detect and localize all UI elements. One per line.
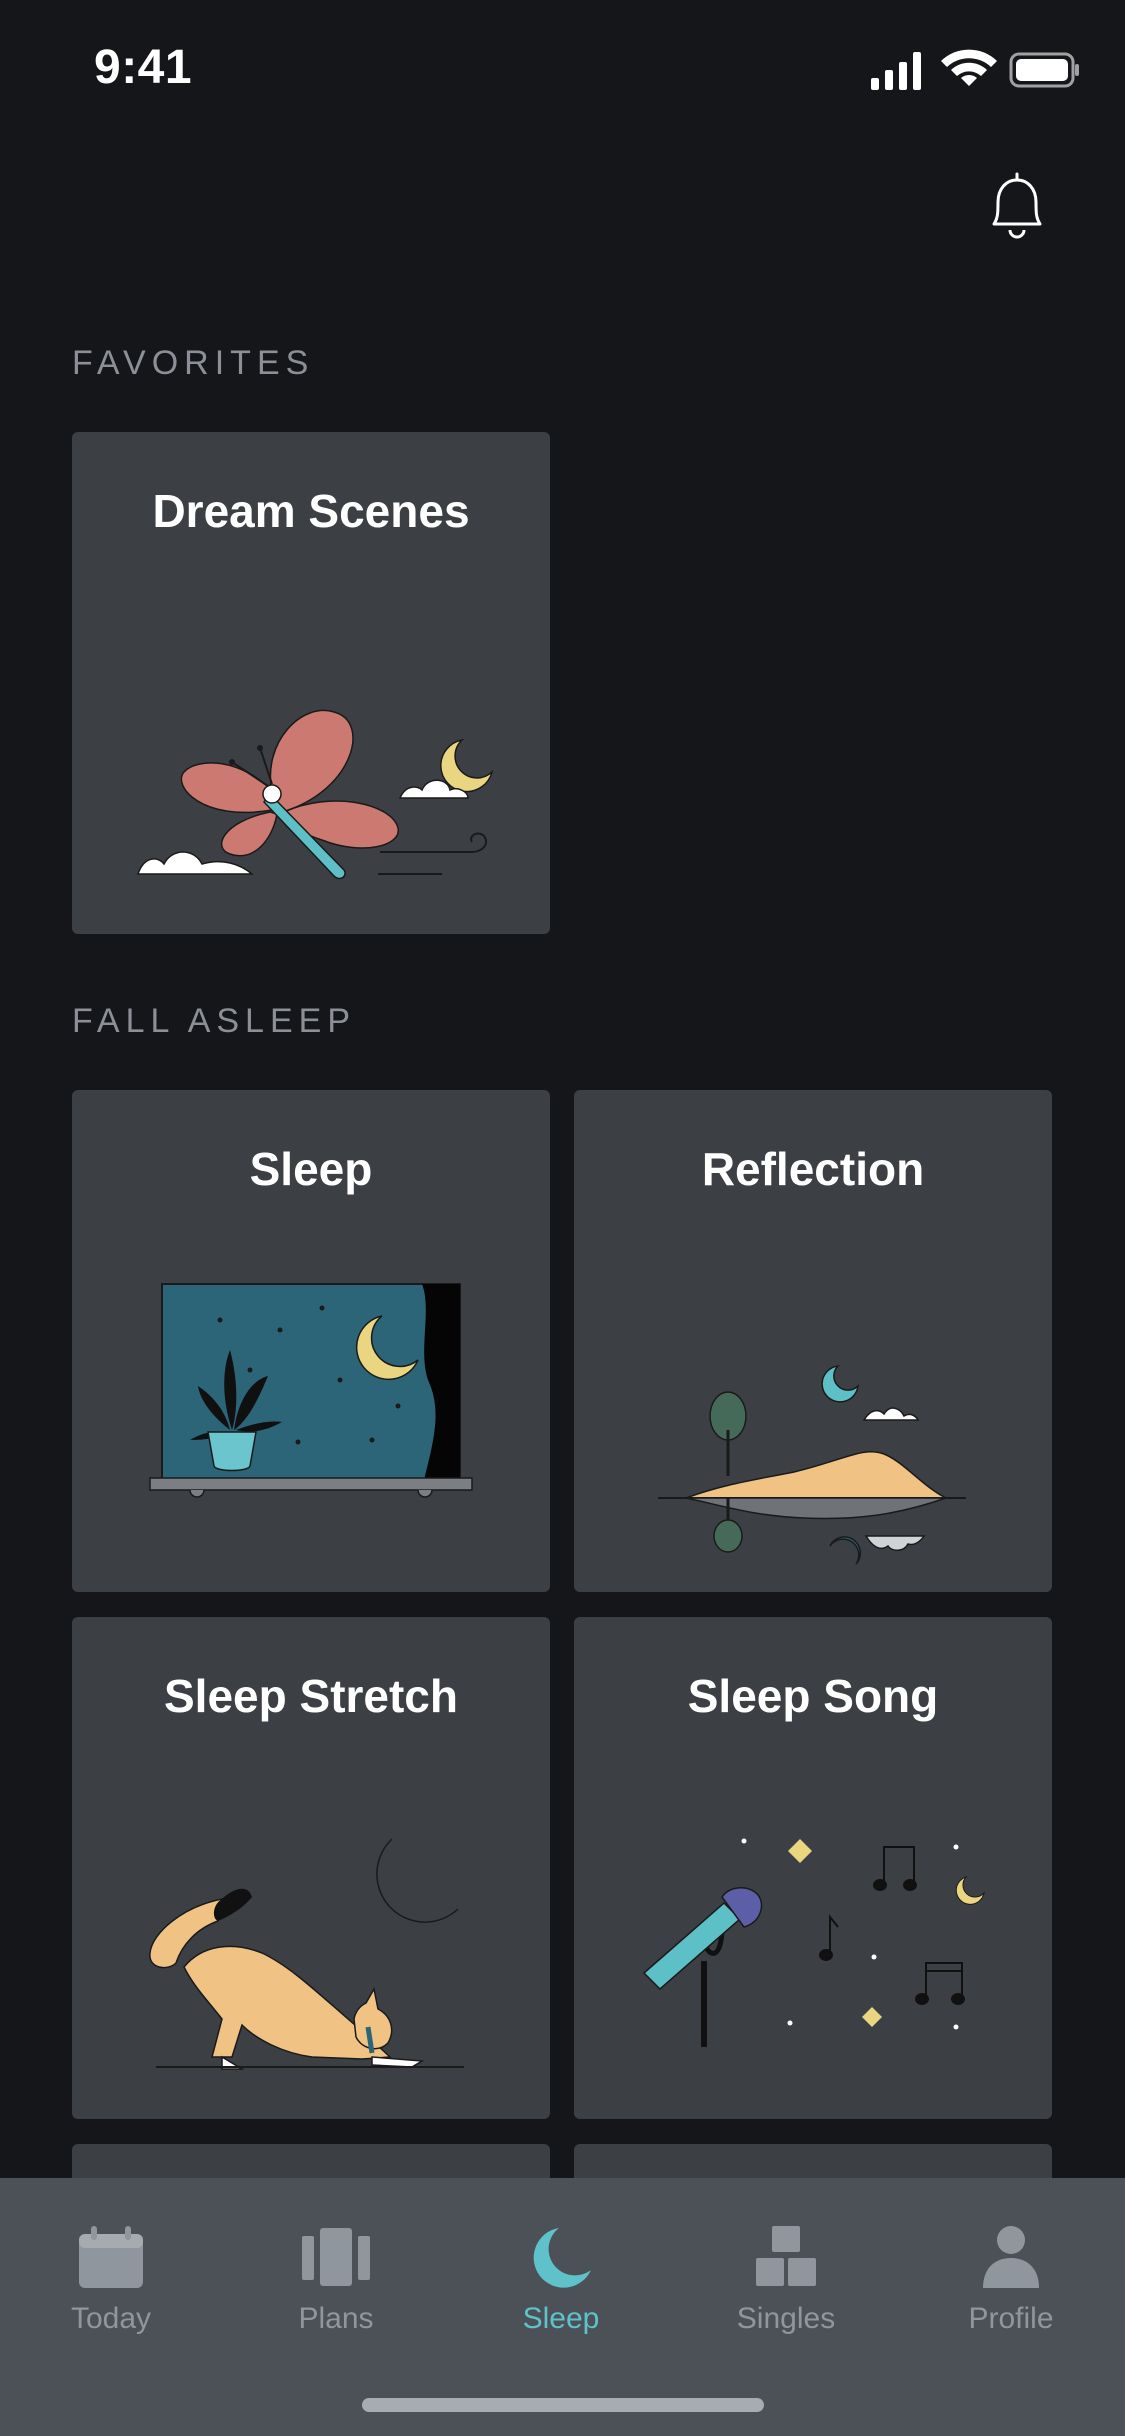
- butterfly-illustration: [136, 709, 494, 880]
- tab-label: Profile: [968, 2302, 1054, 2335]
- microphone-music-illustration: [642, 1838, 985, 2047]
- card-title: Sleep Song: [687, 1670, 939, 1722]
- tab-sleep[interactable]: Sleep: [466, 2224, 656, 2344]
- island-reflection-illustration: [658, 1364, 966, 1565]
- card-dream-scenes[interactable]: Dream Scenes: [72, 432, 550, 934]
- tab-label: Sleep: [522, 2302, 600, 2335]
- card-sleep[interactable]: Sleep: [72, 1090, 550, 1592]
- plans-icon: [302, 2228, 370, 2286]
- blocks-icon: [756, 2226, 816, 2286]
- tab-singles[interactable]: Singles: [691, 2224, 881, 2344]
- status-icons: [871, 49, 1079, 90]
- cellular-signal-icon: [871, 52, 921, 90]
- tab-plans[interactable]: Plans: [241, 2224, 431, 2344]
- status-bar: 9:41: [0, 0, 1125, 132]
- tab-label: Singles: [736, 2302, 836, 2335]
- card-sleep-stretch[interactable]: Sleep Stretch: [72, 1617, 550, 2119]
- tab-label: Plans: [298, 2302, 374, 2335]
- section-title-favorites: FAVORITES: [72, 344, 315, 382]
- status-time: 9:41: [94, 41, 193, 94]
- home-indicator: [362, 2398, 764, 2412]
- card-sleep-song[interactable]: Sleep Song: [574, 1617, 1052, 2119]
- section-title-fall-asleep: FALL ASLEEP: [72, 1002, 356, 1040]
- calendar-icon: [79, 2226, 143, 2288]
- card-title: Reflection: [701, 1143, 925, 1195]
- tab-today[interactable]: Today: [16, 2224, 206, 2344]
- card-title: Sleep Stretch: [164, 1670, 458, 1722]
- card-title: Dream Scenes: [152, 485, 470, 537]
- person-icon: [983, 2226, 1039, 2288]
- wifi-icon: [941, 49, 997, 86]
- cat-stretch-illustration: [149, 1838, 464, 2070]
- tab-label: Today: [70, 2302, 152, 2335]
- card-reflection[interactable]: Reflection: [574, 1090, 1052, 1592]
- moon-icon: [533, 2228, 591, 2288]
- battery-icon: [1009, 52, 1079, 88]
- card-title: Sleep: [249, 1143, 373, 1195]
- tab-profile[interactable]: Profile: [916, 2224, 1106, 2344]
- window-plant-illustration: [149, 1283, 473, 1498]
- notification-bell-icon[interactable]: [982, 168, 1052, 244]
